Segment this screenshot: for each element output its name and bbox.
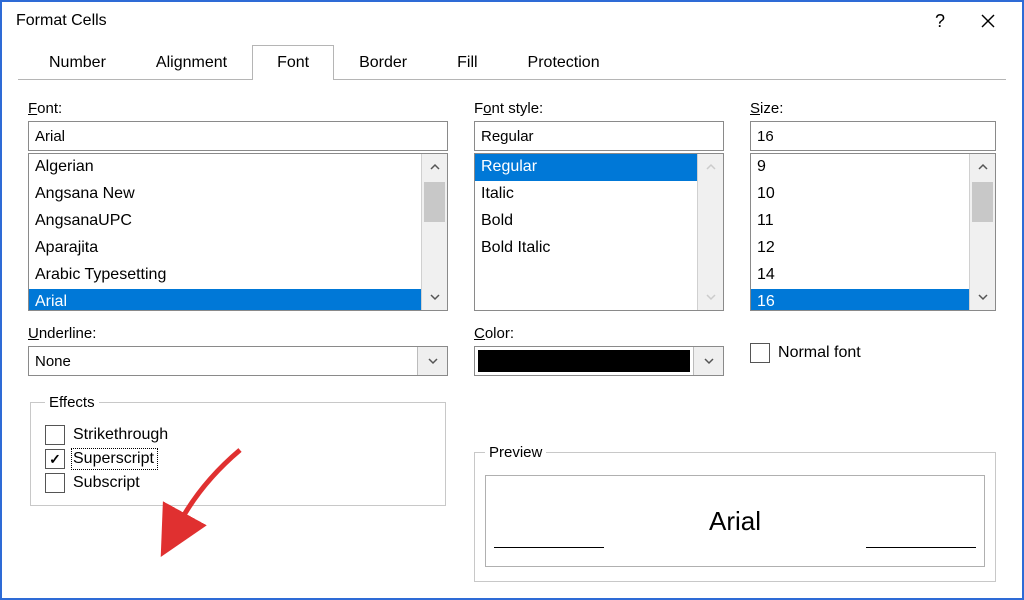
list-item[interactable]: Algerian (29, 154, 447, 181)
scroll-down-icon[interactable] (698, 284, 723, 310)
scroll-thumb[interactable] (972, 182, 993, 222)
list-item[interactable]: Arial (29, 289, 447, 311)
font-listbox[interactable]: AlgerianAngsana NewAngsanaUPCAparajitaAr… (28, 153, 448, 311)
help-icon[interactable]: ? (916, 2, 964, 40)
scroll-down-icon[interactable] (970, 284, 995, 310)
list-item[interactable]: Italic (475, 181, 723, 208)
color-label: Color: (474, 325, 724, 342)
tab-font[interactable]: Font (252, 45, 334, 80)
list-item[interactable]: Angsana New (29, 181, 447, 208)
preview-text: Arial (709, 506, 761, 537)
list-item[interactable]: Bold Italic (475, 235, 723, 262)
scrollbar[interactable] (969, 154, 995, 310)
normal-font-checkbox[interactable]: Normal font (750, 343, 996, 363)
list-item[interactable]: Arabic Typesetting (29, 262, 447, 289)
tab-strip: Number Alignment Font Border Fill Protec… (2, 40, 1022, 80)
list-item[interactable]: 12 (751, 235, 995, 262)
scroll-down-icon[interactable] (422, 284, 447, 310)
chevron-down-icon[interactable] (417, 347, 447, 375)
scroll-up-icon[interactable] (970, 154, 995, 180)
close-icon[interactable] (964, 2, 1012, 40)
list-item[interactable]: Bold (475, 208, 723, 235)
strikethrough-checkbox[interactable]: Strikethrough (45, 425, 431, 445)
list-item[interactable]: 11 (751, 208, 995, 235)
list-item[interactable]: Aparajita (29, 235, 447, 262)
size-listbox[interactable]: 91011121416 (750, 153, 996, 311)
list-item[interactable]: 16 (751, 289, 995, 311)
color-dropdown[interactable] (474, 346, 724, 376)
list-item[interactable]: 10 (751, 181, 995, 208)
title-bar: Format Cells ? (2, 2, 1022, 40)
checkbox-box (750, 343, 770, 363)
font-style-input[interactable] (474, 121, 724, 151)
font-label: Font: (28, 100, 448, 117)
scroll-up-icon[interactable] (698, 154, 723, 180)
dialog-title: Format Cells (16, 12, 107, 30)
tab-number[interactable]: Number (24, 45, 131, 80)
preview-legend: Preview (485, 444, 546, 461)
scrollbar[interactable] (697, 154, 723, 310)
scroll-thumb[interactable] (424, 182, 445, 222)
preview-group: Preview Arial (474, 444, 996, 582)
underline-label: Underline: (28, 325, 448, 342)
subscript-checkbox[interactable]: Subscript (45, 473, 431, 493)
tab-alignment[interactable]: Alignment (131, 45, 252, 80)
tab-protection[interactable]: Protection (503, 45, 625, 80)
effects-legend: Effects (45, 394, 99, 411)
tab-fill[interactable]: Fill (432, 45, 502, 80)
list-item[interactable]: Regular (475, 154, 723, 181)
font-style-label: Font style: (474, 100, 724, 117)
font-input[interactable] (28, 121, 448, 151)
font-style-listbox[interactable]: RegularItalicBoldBold Italic (474, 153, 724, 311)
preview-box: Arial (485, 475, 985, 567)
checkbox-box (45, 449, 65, 469)
color-swatch (478, 350, 690, 372)
list-item[interactable]: AngsanaUPC (29, 208, 447, 235)
effects-group: Effects Strikethrough Superscript Subscr… (30, 394, 446, 506)
underline-value: None (29, 347, 417, 375)
chevron-down-icon[interactable] (693, 347, 723, 375)
checkbox-box (45, 425, 65, 445)
superscript-checkbox[interactable]: Superscript (45, 449, 431, 469)
column-left: Font: AlgerianAngsana NewAngsanaUPCApara… (28, 100, 448, 506)
list-item[interactable]: 9 (751, 154, 995, 181)
tab-border[interactable]: Border (334, 45, 432, 80)
size-input[interactable] (750, 121, 996, 151)
list-item[interactable]: 14 (751, 262, 995, 289)
scrollbar[interactable] (421, 154, 447, 310)
scroll-up-icon[interactable] (422, 154, 447, 180)
underline-dropdown[interactable]: None (28, 346, 448, 376)
size-label: Size: (750, 100, 996, 117)
format-cells-dialog: Format Cells ? Number Alignment Font Bor… (0, 0, 1024, 600)
checkbox-box (45, 473, 65, 493)
